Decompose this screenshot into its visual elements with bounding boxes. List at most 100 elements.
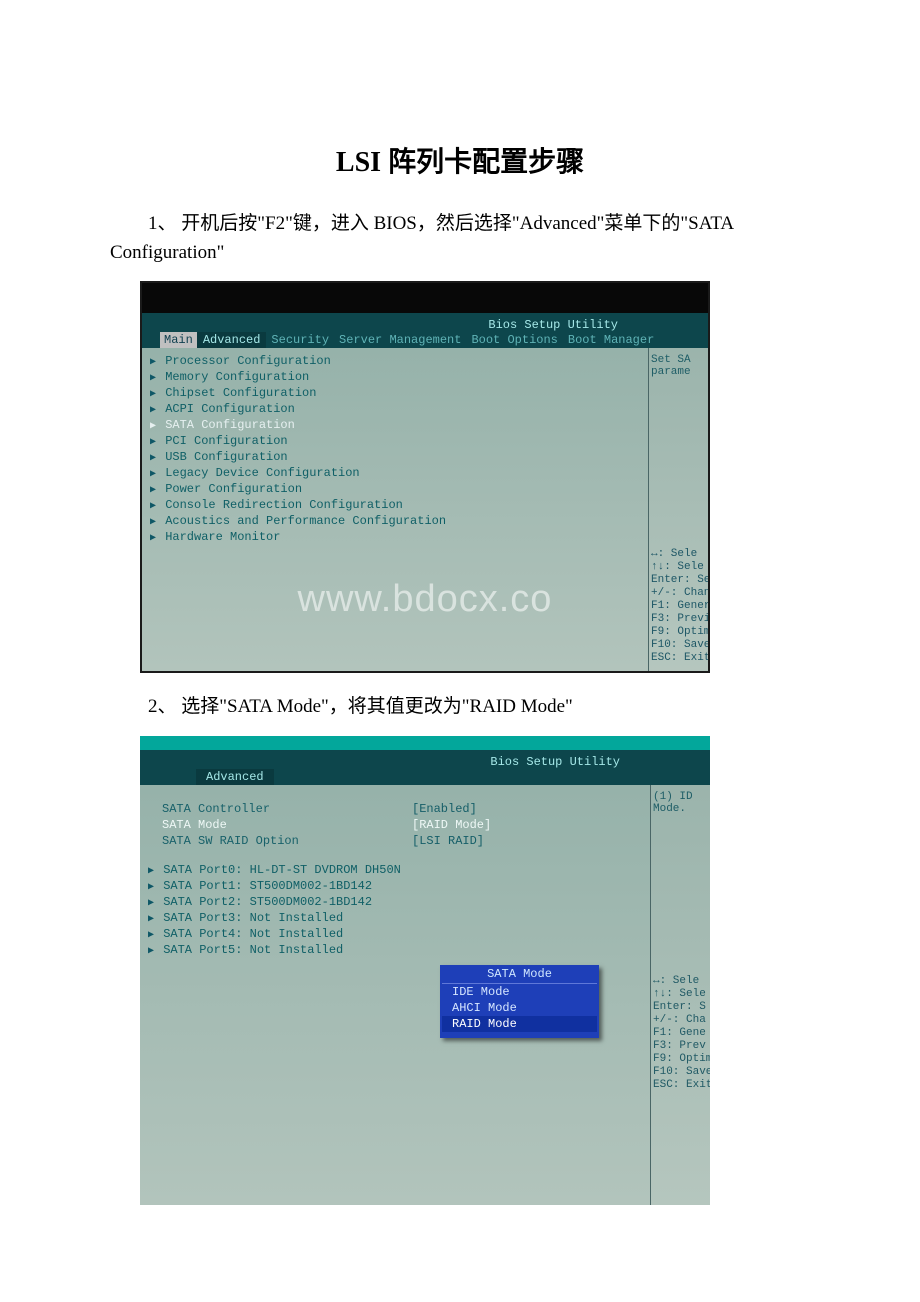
sata-port-5[interactable]: ▶ SATA Port5: Not Installed <box>148 943 644 959</box>
bios-menu-pane: ▶ Processor Configuration ▶ Memory Confi… <box>142 348 648 671</box>
menu-acpi-configuration[interactable]: ▶ ACPI Configuration <box>150 402 642 418</box>
help-key: ↑↓: Sele <box>651 561 706 574</box>
arrow-icon: ▶ <box>150 355 158 370</box>
setting-label: SATA Controller <box>148 801 412 817</box>
help-key: F9: Optim <box>651 626 706 639</box>
arrow-icon: ▶ <box>150 451 158 466</box>
menu-power-configuration[interactable]: ▶ Power Configuration <box>150 482 642 498</box>
key-help: ↔: Sele ↑↓: Sele Enter: Se +/-: Chan F1:… <box>651 548 706 665</box>
menu-acoustics-performance-configuration[interactable]: ▶ Acoustics and Performance Configuratio… <box>150 514 642 530</box>
watermark-text: www.bdocx.co <box>142 578 708 621</box>
setting-value: [RAID Mode] <box>412 817 491 833</box>
sata-port-1[interactable]: ▶ SATA Port1: ST500DM002-1BD142 <box>148 879 644 895</box>
arrow-icon: ▶ <box>150 419 158 434</box>
bios-body: SATA Controller [Enabled] SATA Mode [RAI… <box>140 785 710 1205</box>
bios-title: Bios Setup Utility <box>142 316 708 332</box>
bios-tab-bar: Main Advanced Security Server Management… <box>142 332 708 348</box>
arrow-icon: ▶ <box>148 896 156 911</box>
popup-option-ahci[interactable]: AHCI Mode <box>442 1000 597 1016</box>
sata-port-0[interactable]: ▶ SATA Port0: HL-DT-ST DVDROM DH50N <box>148 863 644 879</box>
port-label: SATA Port0: HL-DT-ST DVDROM DH50N <box>163 863 401 877</box>
popup-option-raid[interactable]: RAID Mode <box>442 1016 597 1032</box>
bios-settings-pane: SATA Controller [Enabled] SATA Mode [RAI… <box>140 785 650 1205</box>
tab-boot-manager[interactable]: Boot Manager <box>563 332 659 348</box>
tab-server-management[interactable]: Server Management <box>334 332 466 348</box>
tab-security[interactable]: Security <box>266 332 334 348</box>
menu-label: SATA Configuration <box>165 418 295 432</box>
help-key: Enter: S <box>653 1001 708 1014</box>
setting-value: [Enabled] <box>412 801 477 817</box>
help-key: F3: Previ <box>651 613 706 626</box>
tab-main[interactable]: Main <box>160 332 197 348</box>
help-key: F1: Gene <box>653 1027 708 1040</box>
menu-label: Power Configuration <box>165 482 302 496</box>
menu-label: ACPI Configuration <box>165 402 295 416</box>
bios-tab-bar: Advanced <box>140 769 710 785</box>
help-key: +/-: Cha <box>653 1014 708 1027</box>
help-key: ↔: Sele <box>651 548 706 561</box>
sata-port-2[interactable]: ▶ SATA Port2: ST500DM002-1BD142 <box>148 895 644 911</box>
port-label: SATA Port5: Not Installed <box>163 943 343 957</box>
arrow-icon: ▶ <box>150 467 158 482</box>
monitor-bezel-top <box>142 283 708 313</box>
setting-sata-sw-raid-option[interactable]: SATA SW RAID Option [LSI RAID] <box>148 833 644 849</box>
sata-mode-popup: SATA Mode IDE Mode AHCI Mode RAID Mode <box>440 965 599 1038</box>
arrow-icon: ▶ <box>150 483 158 498</box>
sata-port-3[interactable]: ▶ SATA Port3: Not Installed <box>148 911 644 927</box>
menu-hardware-monitor[interactable]: ▶ Hardware Monitor <box>150 530 642 546</box>
bios-title: Bios Setup Utility <box>140 753 710 769</box>
menu-console-redirection-configuration[interactable]: ▶ Console Redirection Configuration <box>150 498 642 514</box>
step-1-text: 1、 开机后按"F2"键，进入 BIOS，然后选择"Advanced"菜单下的"… <box>110 210 810 267</box>
menu-label: USB Configuration <box>165 450 287 464</box>
help-description-line: (1) ID <box>653 791 708 803</box>
step-2-text: 2、 选择"SATA Mode"，将其值更改为"RAID Mode" <box>110 693 810 722</box>
menu-label: Legacy Device Configuration <box>165 466 359 480</box>
setting-label: SATA SW RAID Option <box>148 833 412 849</box>
setting-value: [LSI RAID] <box>412 833 484 849</box>
screenshot-2: Bios Setup Utility Advanced SATA Control… <box>140 736 710 1205</box>
arrow-icon: ▶ <box>148 912 156 927</box>
popup-option-ide[interactable]: IDE Mode <box>442 984 597 1000</box>
port-label: SATA Port4: Not Installed <box>163 927 343 941</box>
menu-label: Console Redirection Configuration <box>165 498 403 512</box>
document-page: LSI 阵列卡配置步骤 1、 开机后按"F2"键，进入 BIOS，然后选择"Ad… <box>0 0 920 1265</box>
arrow-icon: ▶ <box>150 435 158 450</box>
arrow-icon: ▶ <box>148 880 156 895</box>
help-key: ↑↓: Sele <box>653 988 708 1001</box>
arrow-icon: ▶ <box>148 864 156 879</box>
arrow-icon: ▶ <box>150 403 158 418</box>
menu-sata-configuration[interactable]: ▶ SATA Configuration <box>150 418 642 434</box>
bios-help-pane: Set SA parame ↔: Sele ↑↓: Sele Enter: Se… <box>648 348 708 671</box>
bios-help-pane: (1) ID Mode. ↔: Sele ↑↓: Sele Enter: S +… <box>650 785 710 1205</box>
help-description-line: parame <box>651 366 706 378</box>
help-key: F1: Gener <box>651 600 706 613</box>
menu-chipset-configuration[interactable]: ▶ Chipset Configuration <box>150 386 642 402</box>
menu-label: Acoustics and Performance Configuration <box>165 514 446 528</box>
help-key: ESC: Exit <box>651 652 706 665</box>
tab-boot-options[interactable]: Boot Options <box>466 332 562 348</box>
key-help: ↔: Sele ↑↓: Sele Enter: S +/-: Cha F1: G… <box>653 975 708 1092</box>
help-key: +/-: Chan <box>651 587 706 600</box>
page-title: LSI 阵列卡配置步骤 <box>110 140 810 180</box>
menu-label: Hardware Monitor <box>165 530 280 544</box>
setting-sata-mode[interactable]: SATA Mode [RAID Mode] <box>148 817 644 833</box>
menu-memory-configuration[interactable]: ▶ Memory Configuration <box>150 370 642 386</box>
menu-label: Processor Configuration <box>165 354 331 368</box>
arrow-icon: ▶ <box>148 928 156 943</box>
menu-usb-configuration[interactable]: ▶ USB Configuration <box>150 450 642 466</box>
menu-label: Memory Configuration <box>165 370 309 384</box>
help-description-line: Mode. <box>653 803 708 815</box>
menu-legacy-device-configuration[interactable]: ▶ Legacy Device Configuration <box>150 466 642 482</box>
setting-label: SATA Mode <box>148 817 412 833</box>
menu-label: Chipset Configuration <box>165 386 316 400</box>
port-label: SATA Port3: Not Installed <box>163 911 343 925</box>
menu-pci-configuration[interactable]: ▶ PCI Configuration <box>150 434 642 450</box>
setting-sata-controller[interactable]: SATA Controller [Enabled] <box>148 801 644 817</box>
tab-advanced[interactable]: Advanced <box>196 769 274 785</box>
port-label: SATA Port2: ST500DM002-1BD142 <box>163 895 372 909</box>
arrow-icon: ▶ <box>150 387 158 402</box>
menu-processor-configuration[interactable]: ▶ Processor Configuration <box>150 354 642 370</box>
tab-advanced[interactable]: Advanced <box>197 332 267 348</box>
sata-port-4[interactable]: ▶ SATA Port4: Not Installed <box>148 927 644 943</box>
screenshot-1: Bios Setup Utility Main Advanced Securit… <box>140 281 710 673</box>
